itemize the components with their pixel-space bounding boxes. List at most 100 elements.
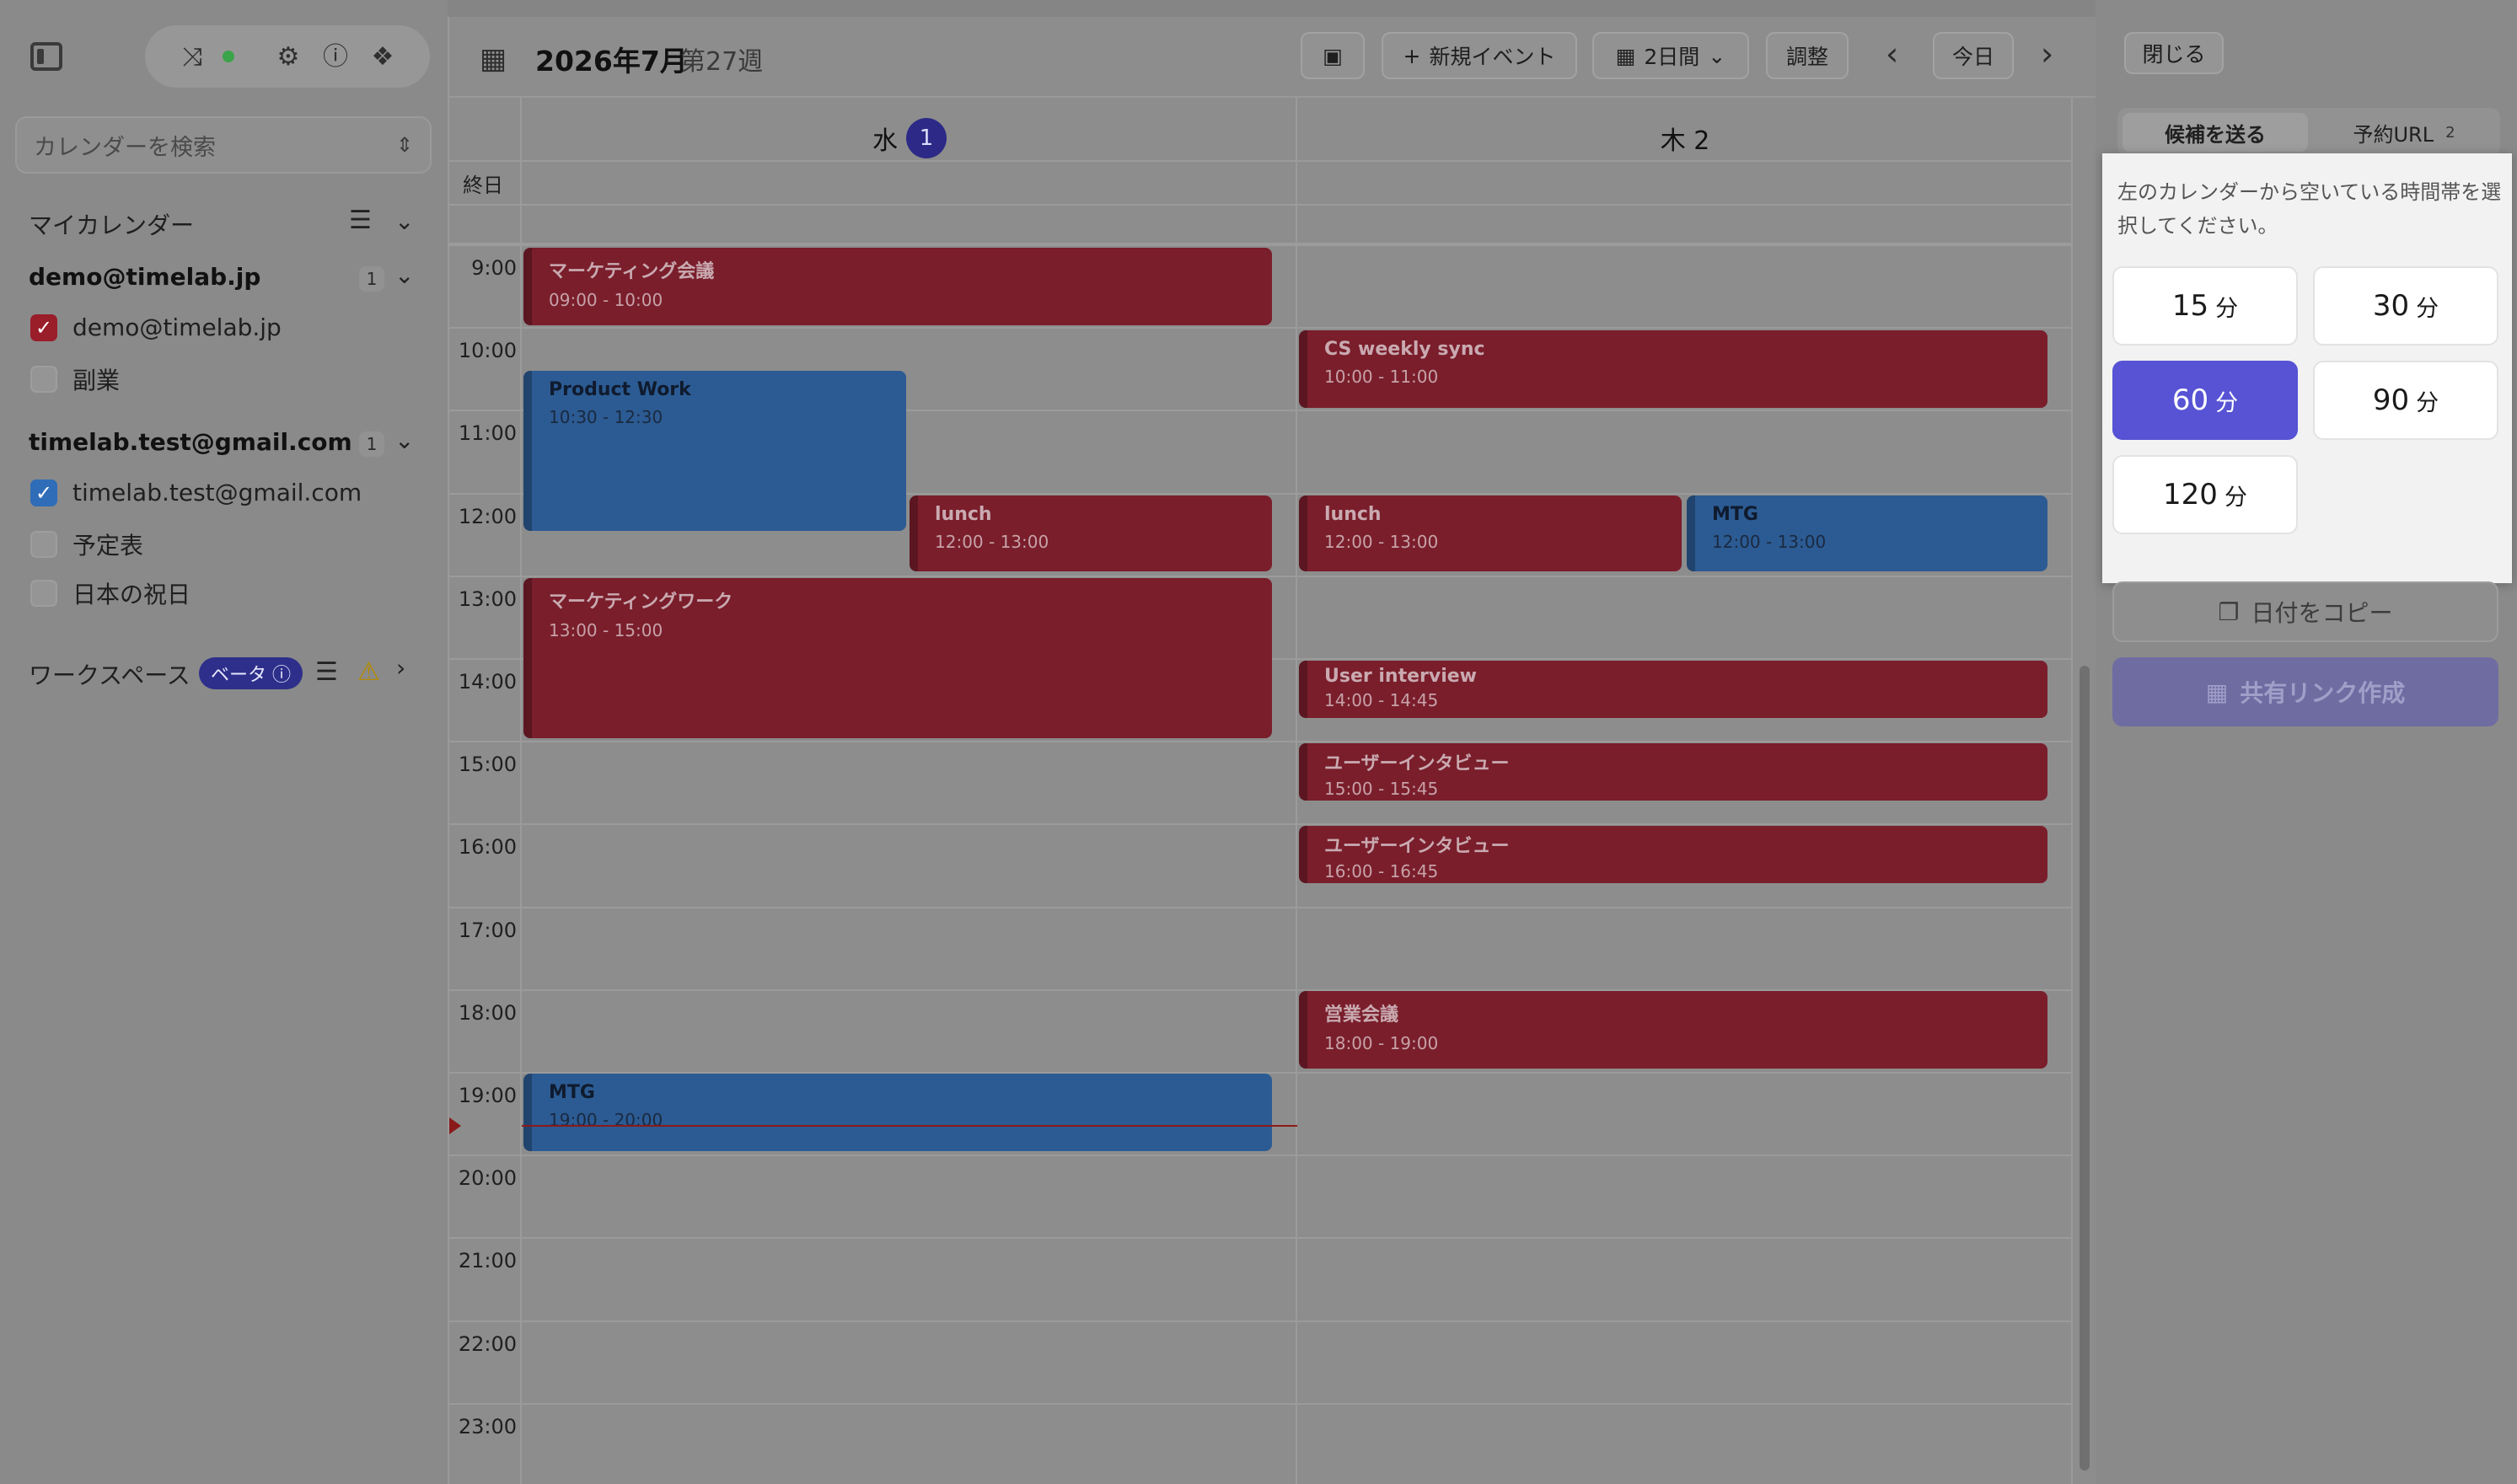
calendar-search-input[interactable]: カレンダーを検索 ⇕ xyxy=(15,116,432,174)
duration-value: 30 xyxy=(2372,289,2410,323)
event-block[interactable]: Product Work 10:30 - 12:30 xyxy=(523,371,906,531)
next-arrow-icon[interactable]: › xyxy=(2041,35,2053,72)
event-title: User interview xyxy=(1324,666,1478,687)
duration-value: 90 xyxy=(2372,383,2410,417)
tab-booking-url[interactable]: 予約URL 2 xyxy=(2313,113,2495,152)
count-badge: 1 xyxy=(359,431,384,457)
today-badge: 1 xyxy=(906,118,947,158)
create-share-link-button[interactable]: ▦ 共有リンク作成 xyxy=(2112,657,2498,726)
account-email: demo@timelab.jp xyxy=(29,263,261,291)
calendar-item[interactable]: 日本の祝日 xyxy=(30,576,191,610)
checkbox-unchecked[interactable] xyxy=(30,366,57,393)
chevron-down-icon[interactable]: ⌄ xyxy=(394,207,414,235)
day-label: 水 xyxy=(872,126,898,156)
tab-label: 予約URL xyxy=(2353,122,2434,147)
duration-120-button[interactable]: 120 分 xyxy=(2112,455,2298,534)
checkbox-checked[interactable]: ✓ xyxy=(30,313,57,341)
allday-label: 終日 xyxy=(463,174,503,197)
event-block[interactable]: MTG 12:00 - 13:00 xyxy=(1687,496,2047,571)
duration-unit: 分 xyxy=(2416,389,2439,416)
list-icon[interactable]: ☰ xyxy=(349,206,372,235)
view-select[interactable]: ▦ 2日間 ⌄ xyxy=(1592,32,1749,79)
layout-toggle-button[interactable]: ▣ xyxy=(1301,32,1365,79)
layout-icon: ▣ xyxy=(1323,43,1343,68)
event-block[interactable]: ユーザーインタビュー 16:00 - 16:45 xyxy=(1299,826,2047,883)
calendar-item[interactable]: ✓ timelab.test@gmail.com xyxy=(30,479,362,506)
info-icon[interactable]: ⓘ xyxy=(320,42,351,72)
copy-dates-button[interactable]: ❐ 日付をコピー xyxy=(2112,581,2498,642)
calendar-icon: ▦ xyxy=(1615,43,1636,68)
duration-15-button[interactable]: 15 分 xyxy=(2112,266,2298,346)
updown-chevron-icon[interactable]: ⇕ xyxy=(396,133,413,157)
duration-30-button[interactable]: 30 分 xyxy=(2313,266,2498,346)
hour-label: 12:00 xyxy=(458,504,517,528)
close-label: 閉じる xyxy=(2142,42,2206,67)
day-header-wed[interactable]: 水 1 xyxy=(522,98,1297,179)
prev-arrow-icon[interactable]: ‹ xyxy=(1886,35,1898,72)
event-title: ユーザーインタビュー xyxy=(1324,836,1510,857)
event-time: 13:00 - 15:00 xyxy=(549,620,663,640)
chevron-down-icon[interactable]: ⌄ xyxy=(394,426,414,454)
calendar-item[interactable]: 予定表 xyxy=(30,528,143,561)
day-header-thu[interactable]: 木 2 xyxy=(1297,98,2073,179)
tab-send-candidates[interactable]: 候補を送る xyxy=(2123,113,2308,152)
duration-60-button[interactable]: 60 分 xyxy=(2112,361,2298,440)
hour-label: 16:00 xyxy=(458,835,517,860)
event-block[interactable]: lunch 12:00 - 13:00 xyxy=(910,496,1272,571)
scrollbar[interactable] xyxy=(2080,666,2090,1471)
status-dot xyxy=(223,51,234,62)
hour-label: 18:00 xyxy=(458,1000,517,1025)
hour-gridline xyxy=(449,327,2073,329)
event-block[interactable]: マーケティング会議 09:00 - 10:00 xyxy=(523,248,1272,325)
hour-gridline xyxy=(449,741,2073,743)
shuffle-icon[interactable]: ⤨ xyxy=(177,42,207,72)
gear-icon[interactable]: ⚙ xyxy=(273,42,303,72)
new-event-button[interactable]: + 新規イベント xyxy=(1382,32,1577,79)
calendar-icon: ▦ xyxy=(2205,678,2229,706)
adjust-label: 調整 xyxy=(1785,45,1828,69)
warning-icon: ⚠ xyxy=(357,657,380,687)
event-block[interactable]: lunch 12:00 - 13:00 xyxy=(1299,496,1682,571)
event-block[interactable]: マーケティングワーク 13:00 - 15:00 xyxy=(523,578,1272,738)
event-block[interactable]: User interview 14:00 - 14:45 xyxy=(1299,661,2047,718)
event-title: MTG xyxy=(549,1082,595,1103)
duration-unit: 分 xyxy=(2224,484,2247,511)
hour-label: 22:00 xyxy=(458,1331,517,1356)
chevron-down-icon: ⌄ xyxy=(1708,43,1726,68)
adjust-button[interactable]: 調整 xyxy=(1766,32,1849,79)
event-block[interactable]: ユーザーインタビュー 15:00 - 15:45 xyxy=(1299,743,2047,801)
hour-gridline xyxy=(449,1237,2073,1240)
today-button[interactable]: 今日 xyxy=(1933,32,2014,79)
checkbox-unchecked[interactable] xyxy=(30,580,57,607)
chevron-down-icon[interactable]: ⌄ xyxy=(394,261,414,289)
checkbox-unchecked[interactable] xyxy=(30,531,57,558)
calendar-label: 日本の祝日 xyxy=(72,581,191,608)
gift-icon[interactable]: ❖ xyxy=(368,42,398,72)
list-icon[interactable]: ☰ xyxy=(315,657,338,687)
sidebar-toggle-icon[interactable] xyxy=(30,42,62,71)
event-title: マーケティング会議 xyxy=(549,261,715,282)
event-block[interactable]: 営業会議 18:00 - 19:00 xyxy=(1299,991,2047,1069)
checkbox-checked[interactable]: ✓ xyxy=(30,479,57,506)
event-block[interactable]: MTG 19:00 - 20:00 xyxy=(523,1074,1272,1151)
event-title: Product Work xyxy=(549,379,691,400)
month-title: 2026年7月 xyxy=(535,45,688,78)
event-time: 14:00 - 14:45 xyxy=(1324,690,1439,710)
event-title: マーケティングワーク xyxy=(549,592,733,613)
duration-90-button[interactable]: 90 分 xyxy=(2313,361,2498,440)
share-link-label: 共有リンク作成 xyxy=(2240,679,2406,707)
event-title: lunch xyxy=(935,504,992,525)
event-time: 16:00 - 16:45 xyxy=(1324,861,1439,881)
chevron-right-icon[interactable]: › xyxy=(396,654,405,682)
event-block[interactable]: CS weekly sync 10:00 - 11:00 xyxy=(1299,330,2047,408)
tab-count: 2 xyxy=(2445,123,2455,142)
calendar-item[interactable]: 副業 xyxy=(30,362,120,396)
day-label: 木 2 xyxy=(1660,126,1710,156)
calendar-item[interactable]: ✓ demo@timelab.jp xyxy=(30,313,282,341)
hour-gridline xyxy=(449,906,2073,908)
calendar-label: 予定表 xyxy=(72,532,144,560)
close-button[interactable]: 閉じる xyxy=(2124,32,2224,74)
hour-gridline xyxy=(449,1320,2073,1322)
count-badge: 1 xyxy=(359,266,384,292)
hour-label: 20:00 xyxy=(458,1166,517,1191)
